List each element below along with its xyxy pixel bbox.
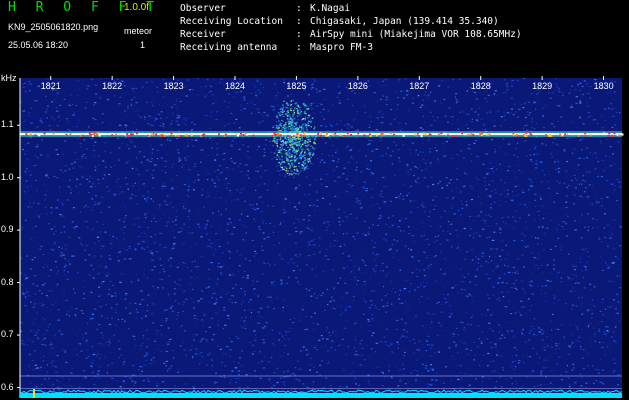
- x-tick-label: 1824: [225, 81, 246, 91]
- x-tick-label: 1827: [409, 81, 430, 91]
- noise-layer: [20, 78, 622, 398]
- y-tick-label: 1.1: [1, 119, 14, 130]
- y-tick-label: 0.7: [1, 329, 14, 340]
- waterfall-plot: [17, 76, 624, 398]
- x-tick-label: 1825: [286, 81, 307, 91]
- y-tick-label: 0.9: [1, 224, 14, 235]
- x-tick-label: 1828: [470, 81, 491, 91]
- y-tick-label: 1.0: [1, 171, 14, 182]
- meteor-marker: [33, 389, 35, 398]
- x-tick-label: 1821: [40, 81, 61, 91]
- x-tick-label: 1826: [347, 81, 368, 91]
- x-tick-label: 1829: [532, 81, 553, 91]
- x-tick-label: 1823: [163, 81, 184, 91]
- hrofft-window: H R O F F T 1.0.0f KN9_2505061820.png me…: [0, 0, 629, 400]
- y-unit-label: kHz: [1, 73, 17, 83]
- y-tick-label: 0.6: [1, 381, 14, 392]
- x-tick-label: 1830: [593, 81, 614, 91]
- y-tick-label: 0.8: [1, 276, 14, 287]
- x-tick-label: 1822: [102, 81, 123, 91]
- carrier-line: [20, 131, 624, 138]
